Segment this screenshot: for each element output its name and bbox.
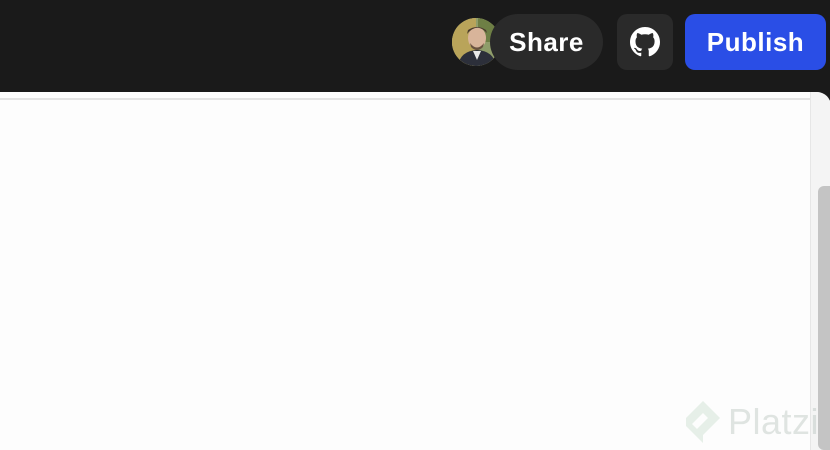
platzi-logo-icon [686, 401, 720, 443]
editor-canvas[interactable] [0, 92, 830, 450]
share-button[interactable]: Share [490, 14, 603, 70]
github-button[interactable] [617, 14, 673, 70]
publish-button[interactable]: Publish [685, 14, 826, 70]
publish-button-label: Publish [706, 26, 805, 57]
github-icon [630, 27, 660, 57]
platzi-watermark: Platzi [684, 398, 824, 446]
share-button-label: Share [509, 26, 584, 57]
watermark-text: Platzi [728, 401, 820, 442]
content-divider [0, 98, 810, 100]
top-bar: Share Publish [0, 0, 830, 92]
